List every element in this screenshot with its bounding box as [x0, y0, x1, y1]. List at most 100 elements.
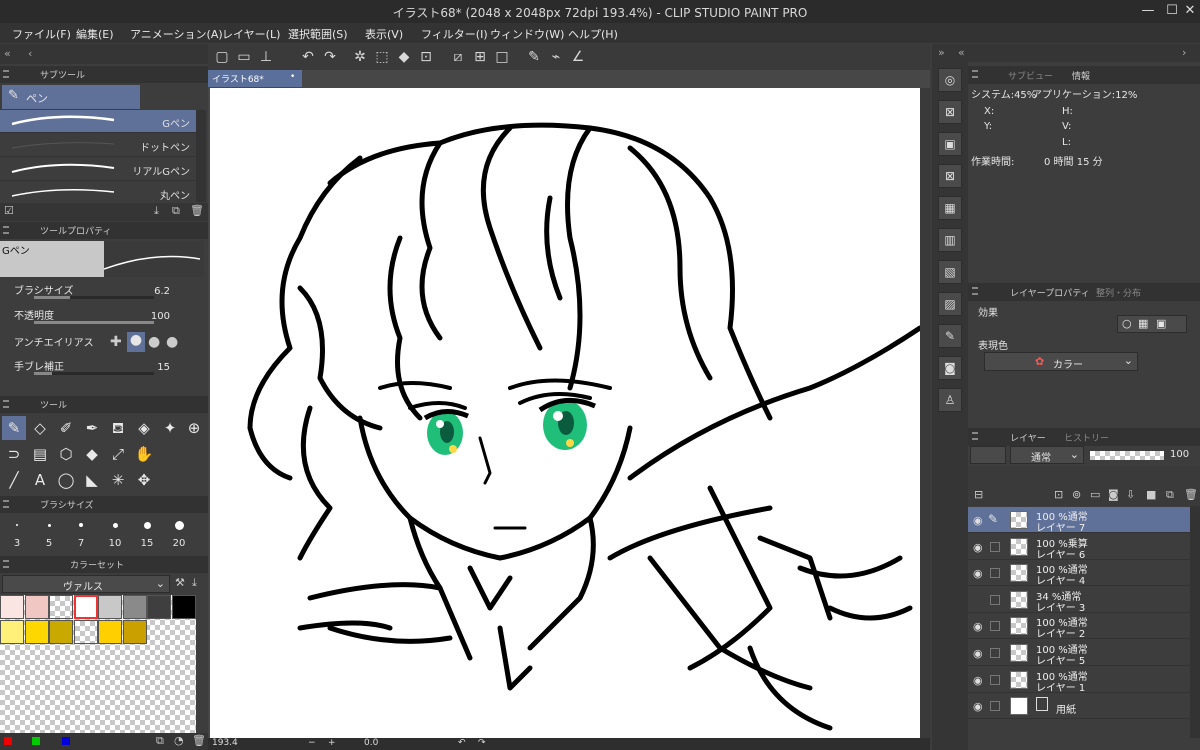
layer-row[interactable]: ◉ 用紙	[968, 693, 1190, 720]
layer-settings-icon[interactable]: ⊟	[974, 488, 983, 501]
text-tool-icon[interactable]: A	[28, 468, 52, 492]
airbrush-tool-icon[interactable]: ⛾	[106, 416, 130, 440]
menu-filter[interactable]: フィルター(I)	[421, 26, 488, 42]
brush-size-slider[interactable]	[34, 296, 154, 299]
menu-help[interactable]: ヘルプ(H)	[568, 26, 618, 42]
wrench-icon[interactable]: ⚒	[175, 576, 185, 589]
tab-history[interactable]: ヒストリー	[1064, 431, 1109, 444]
save-icon[interactable]: ⊥	[256, 47, 276, 67]
trash-icon[interactable]: 🗑	[1184, 488, 1198, 501]
tab-align[interactable]: 整列・分布	[1096, 286, 1141, 299]
prop-value[interactable]: 6.2	[154, 286, 170, 297]
brush-item-gpen[interactable]: Gペン	[0, 110, 196, 133]
bucket-tool-icon[interactable]: ◆	[80, 442, 104, 466]
duplicate-icon[interactable]: ⧉	[172, 204, 180, 218]
new-vector-icon[interactable]: ⊚	[1072, 488, 1081, 501]
prop-stabilizer[interactable]: 手ブレ補正 15	[0, 356, 196, 380]
color-swatch[interactable]	[98, 620, 122, 644]
decoration-tool-icon[interactable]: ✦	[158, 416, 182, 440]
eraser-tool-icon[interactable]: ◇	[28, 416, 52, 440]
antialias-weak-icon[interactable]: ●	[127, 332, 145, 352]
rotate-left-icon[interactable]: ↶	[458, 738, 466, 748]
line-tool-icon[interactable]: ╱	[2, 468, 26, 492]
material-edit-icon[interactable]: ✎	[938, 324, 962, 348]
layer-row[interactable]: ◉ ✎ 100 %通常 レイヤー 7	[968, 507, 1190, 534]
invert-icon[interactable]: ⊞	[470, 47, 490, 67]
tab-dot-icon[interactable]: •	[290, 72, 295, 82]
color-swatch[interactable]	[0, 595, 24, 619]
eye-icon[interactable]: ◉	[973, 514, 983, 527]
eye-icon[interactable]: ◉	[973, 541, 983, 554]
lock-checkbox[interactable]	[990, 621, 1000, 632]
size-preset[interactable]: 20	[166, 514, 192, 554]
ruler-icon[interactable]: ∠	[568, 47, 588, 67]
color-swatch[interactable]	[122, 595, 147, 619]
copy-layer-icon[interactable]: ⧉	[1166, 488, 1174, 502]
eye-icon[interactable]: ◉	[973, 567, 983, 580]
material-image-icon[interactable]: ▨	[938, 292, 962, 316]
pen-icon[interactable]: ✎	[524, 47, 544, 67]
frame-tool-icon[interactable]: ⊕	[182, 416, 206, 440]
grip-icon[interactable]	[3, 226, 9, 234]
material-pattern-icon[interactable]: ▥	[938, 228, 962, 252]
color-swatch[interactable]	[24, 595, 49, 619]
fill-color-icon[interactable]: ◔	[174, 734, 184, 747]
layer-row[interactable]: ◉ 100 %乗算 レイヤー 6	[968, 533, 1190, 561]
color-swatch[interactable]	[24, 620, 49, 644]
size-preset[interactable]: 10	[102, 514, 128, 554]
trash-icon[interactable]: 🗑	[192, 734, 206, 747]
menu-animation[interactable]: アニメーション(A)	[130, 26, 223, 42]
size-preset[interactable]: 7	[68, 514, 94, 554]
size-preset[interactable]: 5	[36, 514, 62, 554]
collapse-icon[interactable]: «	[4, 47, 11, 60]
eye-icon[interactable]: ◉	[973, 700, 983, 713]
blend-mode-dropdown[interactable]: 通常 ⌄	[1010, 446, 1084, 464]
undo-icon[interactable]: ↶	[298, 47, 318, 67]
fill-icon[interactable]: ◆	[394, 47, 414, 67]
gradient-tool-icon[interactable]: ▤	[28, 442, 52, 466]
menu-file[interactable]: ファイル(F)	[12, 26, 71, 42]
color-swatch[interactable]	[98, 595, 122, 619]
material-grid-icon[interactable]: ▦	[938, 196, 962, 220]
antialias-none-icon[interactable]: ✚	[110, 334, 122, 350]
new-raster-icon[interactable]: ⊡	[1054, 488, 1063, 501]
prop-opacity[interactable]: 不透明度 100	[0, 305, 196, 329]
redo-icon[interactable]: ↷	[320, 47, 340, 67]
layer-scrollbar[interactable]	[1190, 506, 1200, 738]
material-icon[interactable]: ⊠	[938, 100, 962, 124]
prop-value[interactable]: 15	[157, 362, 170, 373]
chevron-left-icon[interactable]: ‹	[28, 47, 32, 60]
deselect-icon[interactable]: ⧄	[448, 47, 468, 67]
blend-tool-icon[interactable]: ◈	[132, 416, 156, 440]
expression-color-dropdown[interactable]: ✿ カラー ⌄	[984, 352, 1138, 371]
border-effect-icon[interactable]: ○	[1122, 317, 1132, 330]
rotate-right-icon[interactable]: ↷	[478, 738, 486, 748]
border-icon[interactable]: □	[492, 47, 512, 67]
grip-icon[interactable]	[3, 500, 9, 508]
brush-tool-icon[interactable]: ✒	[80, 416, 104, 440]
zoom-value[interactable]: 193.4	[212, 738, 238, 748]
settings-icon[interactable]: ☑	[4, 204, 14, 217]
merge-icon[interactable]: ⇩	[1126, 488, 1135, 501]
angle-value[interactable]: 0.0	[364, 738, 378, 748]
color-swatch[interactable]	[171, 595, 196, 619]
subtool-scrollbar[interactable]	[196, 110, 206, 202]
new-folder-icon[interactable]: ▭	[1090, 488, 1100, 501]
color-swatch[interactable]	[73, 595, 98, 619]
maximize-button[interactable]: ☐	[1162, 2, 1182, 20]
canvas-paper[interactable]	[210, 88, 920, 738]
tab-subview[interactable]: サブビュー	[1008, 69, 1053, 82]
opacity-slider[interactable]	[34, 321, 154, 324]
subtool-group-tab[interactable]: ✎ ペン	[2, 85, 140, 109]
import-color-icon[interactable]: ⤓	[192, 576, 197, 590]
open-icon[interactable]: ▭	[234, 47, 254, 67]
pencil-tool-icon[interactable]: ✐	[54, 416, 78, 440]
new-icon[interactable]: ▢	[212, 47, 232, 67]
menu-window[interactable]: ウィンドウ(W)	[490, 26, 564, 42]
brush-icon[interactable]: ⌁	[546, 47, 566, 67]
zoom-plus-icon[interactable]: +	[328, 738, 336, 748]
lock-checkbox[interactable]	[990, 674, 1000, 685]
menu-layer[interactable]: レイヤー(L)	[222, 26, 280, 42]
stabilizer-slider[interactable]	[34, 372, 154, 375]
grip-icon[interactable]	[972, 432, 978, 440]
